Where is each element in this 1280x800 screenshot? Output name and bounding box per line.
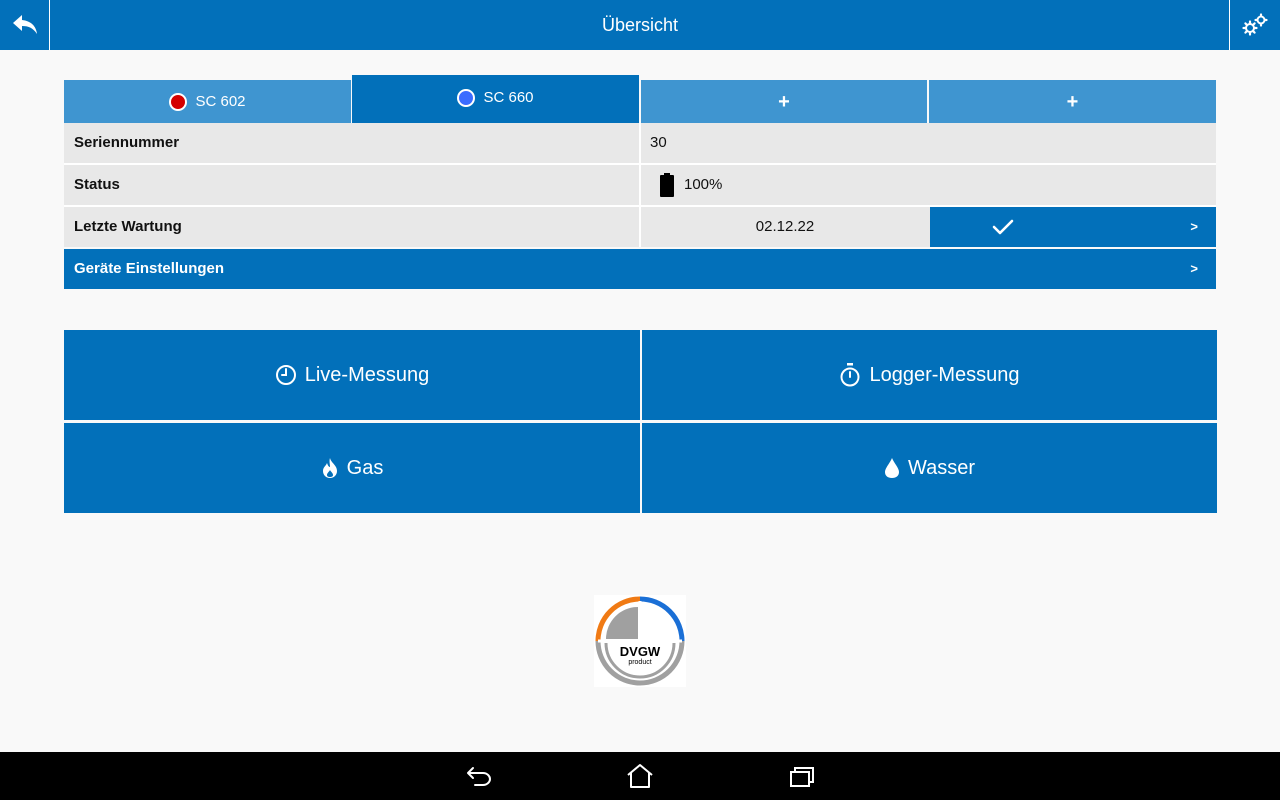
tab-sc-602[interactable]: SC 602 [64,80,351,123]
water-button[interactable]: Wasser [642,423,1217,513]
page-title: Übersicht [601,15,679,35]
dvgw-logo-subtext: product [628,659,652,666]
status-label: Status [74,176,120,193]
settings-button[interactable] [1229,0,1280,50]
status-value: 100% [660,165,722,205]
nav-home-icon [627,764,653,788]
maintenance-confirm-button[interactable]: > [930,207,1216,247]
gas-button[interactable]: Gas [64,423,640,513]
chevron-right-icon: > [1190,261,1198,276]
plus-icon: + [1066,90,1079,113]
tab-label: SC 660 [483,89,534,106]
gears-icon [1242,13,1268,36]
nav-recents-button[interactable] [787,762,817,790]
dvgw-logo: DVGW product [594,595,686,687]
tab-sc-660[interactable]: SC 660 [352,75,639,123]
water-drop-icon [884,458,899,478]
maintenance-row: Letzte Wartung 02.12.22 > [64,207,1216,247]
nav-recents-icon [790,767,814,787]
device-tabs: SC 602 SC 660 + + [64,74,1216,123]
clock-icon [275,365,296,385]
dvgw-logo-text: DVGW [619,644,661,659]
check-icon [992,219,1014,235]
status-dot-red [169,92,188,111]
status-dot-blue [457,88,476,107]
nav-back-button[interactable] [464,762,494,790]
maintenance-date: 02.12.22 [755,218,815,235]
nav-home-button[interactable] [625,762,655,790]
tab-label: SC 602 [195,93,246,110]
add-device-tab[interactable]: + [929,80,1216,123]
chevron-right-icon: > [1190,219,1198,234]
logger-measurement-label: Logger-Messung [869,363,1020,386]
divider [639,123,641,163]
back-button[interactable] [0,0,50,50]
status-row: Status 100% [64,165,1216,205]
battery-full-icon [660,173,674,197]
dvgw-logo-graphic [595,596,685,686]
top-app-bar: Übersicht [0,0,1280,50]
water-label: Wasser [907,456,976,479]
flame-icon [322,458,337,478]
gas-label: Gas [346,456,384,479]
maintenance-label: Letzte Wartung [74,218,182,235]
live-measurement-button[interactable]: Live-Messung [64,330,640,420]
serial-number-value: 30 [650,134,667,151]
serial-number-row: Seriennummer 30 [64,123,1216,163]
divider [639,165,641,205]
back-arrow-icon [12,15,37,34]
nav-back-icon [467,767,491,786]
logger-measurement-button[interactable]: Logger-Messung [642,330,1217,420]
battery-percent: 100% [684,176,723,193]
device-settings-label: Geräte Einstellungen [74,260,225,277]
add-device-tab[interactable]: + [641,80,927,123]
plus-icon: + [778,90,790,113]
device-settings-button[interactable]: Geräte Einstellungen > [64,249,1216,289]
stopwatch-icon [840,363,860,387]
serial-number-label: Seriennummer [74,134,180,151]
live-measurement-label: Live-Messung [304,363,430,386]
system-navigation-bar [0,752,1280,800]
